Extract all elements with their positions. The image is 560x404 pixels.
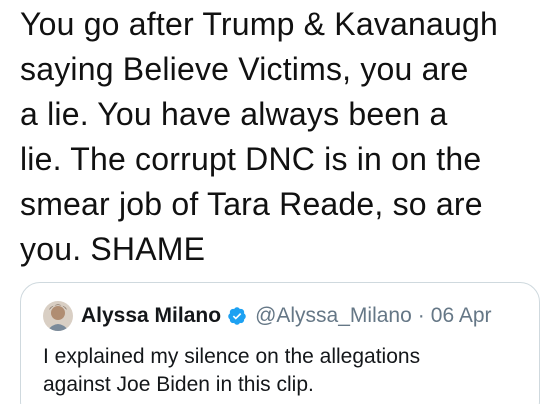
tweet-date[interactable]: 06 Apr <box>431 304 492 328</box>
quoted-tweet-header: Alyssa Milano @Alyssa_Milano · 06 Apr <box>43 299 492 333</box>
avatar[interactable] <box>43 301 73 331</box>
quoted-tweet-text: I explained my silence on the allegation… <box>43 345 421 396</box>
quoted-tweet-card[interactable]: Alyssa Milano @Alyssa_Milano · 06 Apr I … <box>20 282 540 404</box>
tweet-text: You go after Trump & Kavanaugh saying Be… <box>20 6 499 267</box>
verified-badge-icon <box>227 306 247 326</box>
user-handle[interactable]: @Alyssa_Milano <box>255 304 412 328</box>
separator-dot: · <box>417 304 425 327</box>
display-name[interactable]: Alyssa Milano <box>81 304 221 328</box>
